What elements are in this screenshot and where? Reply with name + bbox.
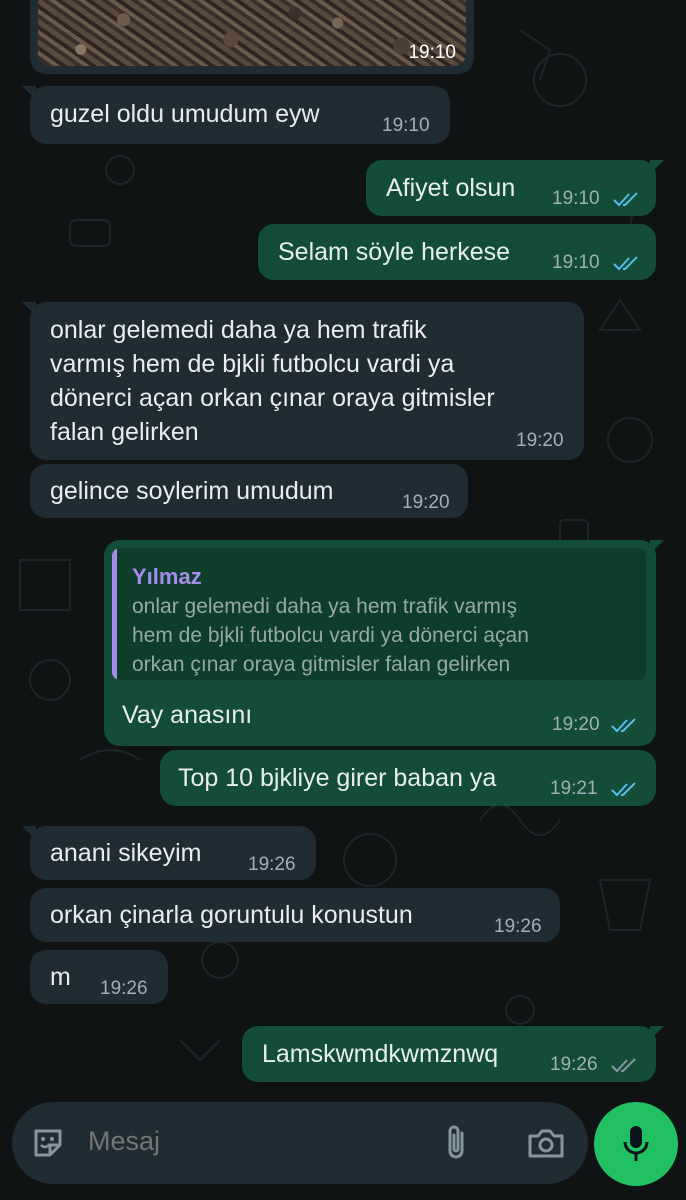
- quote-line: orkan çınar oraya gitmisler falan gelirk…: [132, 653, 511, 676]
- incoming-message[interactable]: m 19:26: [30, 950, 168, 1004]
- message-time: 19:26: [494, 916, 542, 937]
- microphone-icon: [623, 1126, 649, 1161]
- quote-line: hem de bjkli futbolcu vardi ya dönerci a…: [132, 624, 529, 647]
- message-time: 19:21: [550, 778, 598, 799]
- message-text: Selam söyle herkese: [278, 238, 511, 266]
- incoming-message[interactable]: anani sikeyim 19:26: [22, 826, 316, 880]
- message-line: varmış hem de bjkli futbolcu vardi ya: [50, 350, 455, 378]
- quote-body: onlar gelemedi daha ya hem trafik varmış…: [132, 592, 642, 679]
- camera-icon[interactable]: [526, 1126, 566, 1160]
- incoming-message[interactable]: onlar gelemedi daha ya hem trafik varmış…: [22, 302, 584, 460]
- message-text: guzel oldu umudum eyw: [50, 100, 320, 128]
- double-check-icon: [613, 192, 638, 207]
- message-input[interactable]: [88, 1126, 418, 1157]
- quote-accent-bar: [112, 548, 117, 680]
- photo-thumbnail[interactable]: [38, 0, 466, 66]
- message-time: 19:26: [248, 854, 296, 875]
- message-time: 19:26: [550, 1054, 598, 1075]
- message-text: anani sikeyim: [50, 839, 202, 867]
- message-text: Top 10 bjkliye girer baban ya: [178, 764, 497, 792]
- incoming-message[interactable]: gelince soylerim umudum 19:20: [30, 464, 468, 518]
- message-time: 19:20: [402, 492, 450, 513]
- voice-record-button[interactable]: [594, 1102, 678, 1186]
- outgoing-message[interactable]: Top 10 bjkliye girer baban ya 19:21: [160, 750, 656, 806]
- message-time: 19:20: [552, 714, 600, 735]
- quoted-message[interactable]: Yılmaz onlar gelemedi daha ya hem trafik…: [112, 548, 646, 680]
- outgoing-message[interactable]: Afiyet olsun 19:10: [366, 160, 664, 216]
- double-check-icon: [613, 256, 638, 271]
- paperclip-icon[interactable]: [442, 1123, 472, 1163]
- message-text: m: [50, 963, 71, 991]
- message-text: Vay anasını: [122, 701, 253, 729]
- message-text: orkan çinarla goruntulu konustun: [50, 901, 413, 929]
- quote-author: Yılmaz: [132, 564, 202, 589]
- incoming-message[interactable]: guzel oldu umudum eyw 19:10: [22, 86, 450, 144]
- sticker-emoji-icon[interactable]: [30, 1125, 66, 1161]
- double-check-icon: [611, 1058, 636, 1073]
- message-text: gelince soylerim umudum: [50, 477, 334, 505]
- message-time: 19:20: [516, 430, 564, 451]
- quote-line: onlar gelemedi daha ya hem trafik varmış: [132, 595, 518, 618]
- message-line: onlar gelemedi daha ya hem trafik: [50, 316, 427, 344]
- message-line: dönerci açan orkan çınar oraya gitmisler: [50, 384, 495, 412]
- message-time: 19:10: [552, 252, 600, 273]
- outgoing-message[interactable]: Selam söyle herkese 19:10: [258, 224, 656, 280]
- message-time: 19:10: [382, 115, 430, 136]
- incoming-message[interactable]: orkan çinarla goruntulu konustun 19:26: [30, 888, 560, 942]
- photo-timestamp: 19:10: [408, 42, 456, 63]
- double-check-icon: [611, 782, 636, 797]
- message-text: Lamskwmdkwmznwq: [262, 1040, 499, 1068]
- message-composer: [12, 1102, 588, 1184]
- outgoing-message[interactable]: Lamskwmdkwmznwq 19:26: [242, 1026, 664, 1082]
- message-text: Afiyet olsun: [386, 174, 516, 202]
- double-check-icon: [611, 718, 636, 733]
- photo-message[interactable]: 19:10: [30, 0, 474, 74]
- outgoing-reply-message[interactable]: Yılmaz onlar gelemedi daha ya hem trafik…: [104, 540, 664, 746]
- message-time: 19:26: [100, 978, 148, 999]
- message-line: falan gelirken: [50, 418, 199, 446]
- message-time: 19:10: [552, 188, 600, 209]
